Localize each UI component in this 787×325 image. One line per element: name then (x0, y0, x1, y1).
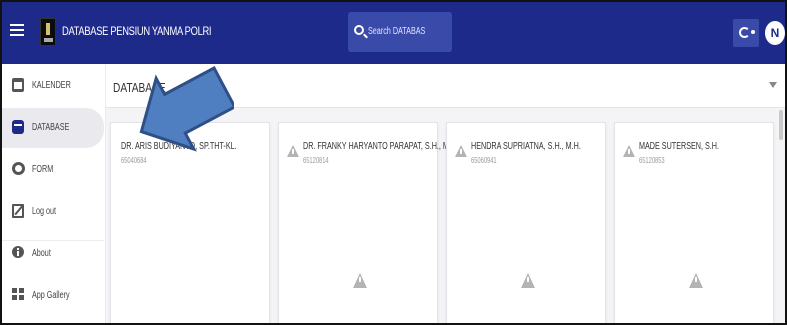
sync-icon (739, 27, 750, 38)
apps-icon (12, 288, 24, 302)
broken-image-icon (623, 145, 635, 157)
card-name: HENDRA SUPRIATNA, S.H., M.H. (471, 141, 581, 152)
sidebar-item-about[interactable]: About (2, 234, 104, 274)
sidebar-item-label: App Gallery (32, 290, 70, 301)
more-dot-icon[interactable] (751, 30, 755, 34)
search-icon (354, 25, 364, 35)
sync-button[interactable] (733, 19, 759, 47)
info-icon (12, 246, 24, 258)
card-nrp: 65040684 (121, 156, 147, 165)
broken-image-icon (455, 145, 467, 157)
sidebar-item-kalender[interactable]: KALENDER (2, 66, 104, 106)
card-nrp: 65120814 (303, 156, 329, 165)
header-actions: N (733, 15, 785, 51)
sidebar-item-app-gallery[interactable]: App Gallery (2, 276, 104, 316)
app-title: DATABASE PENSIUN YANMA POLRI (62, 24, 212, 38)
hamburger-menu-icon[interactable] (10, 24, 24, 38)
sidebar-item-logout[interactable]: Log out (2, 192, 104, 232)
record-card[interactable]: HENDRA SUPRIATNA, S.H., M.H. 65060941 (446, 122, 606, 323)
sidebar-item-label: FORM (32, 164, 54, 175)
search-input[interactable] (368, 22, 426, 40)
polri-logo (40, 18, 56, 46)
sidebar-item-label: Log out (32, 206, 57, 217)
broken-image-icon (353, 273, 367, 288)
broken-image-icon (689, 273, 703, 288)
sidebar-item-label: DATABASE (32, 122, 70, 133)
sidebar-item-label: KALENDER (32, 80, 71, 91)
card-nrp: 65120853 (639, 156, 665, 165)
card-nrp: 65060941 (471, 156, 497, 165)
broken-image-icon (287, 145, 299, 157)
record-card[interactable]: DR. FRANKY HARYANTO PARAPAT, S.H., M.SI.… (278, 122, 460, 323)
search-box[interactable] (348, 12, 452, 52)
database-icon (12, 120, 24, 134)
app-window: DATABASE PENSIUN YANMA POLRI N KALENDER … (0, 0, 787, 325)
scrollbar-thumb[interactable] (779, 110, 783, 140)
card-name: MADE SUTERSEN, S.H. (639, 141, 720, 152)
record-card[interactable]: DR. ARIS BUDIYANTO, SP.THT-KL. 65040684 (110, 122, 270, 323)
calendar-icon (12, 78, 24, 92)
broken-image-icon (521, 273, 535, 288)
pointer-arrow-icon (139, 66, 234, 152)
top-app-bar: DATABASE PENSIUN YANMA POLRI N (2, 2, 785, 64)
sidebar-item-database[interactable]: DATABASE (2, 108, 104, 148)
sidebar-item-form[interactable]: FORM (2, 150, 104, 190)
logout-icon (12, 204, 24, 218)
sidebar-item-label: About (32, 248, 51, 259)
filter-icon[interactable] (769, 82, 777, 88)
avatar[interactable]: N (765, 21, 785, 45)
record-card[interactable]: MADE SUTERSEN, S.H. 65120853 (614, 122, 774, 323)
card-name: DR. FRANKY HARYANTO PARAPAT, S.H., M.SI. (303, 141, 460, 152)
form-icon (12, 162, 25, 175)
sidebar: KALENDER DATABASE FORM Log out About App… (2, 64, 106, 323)
